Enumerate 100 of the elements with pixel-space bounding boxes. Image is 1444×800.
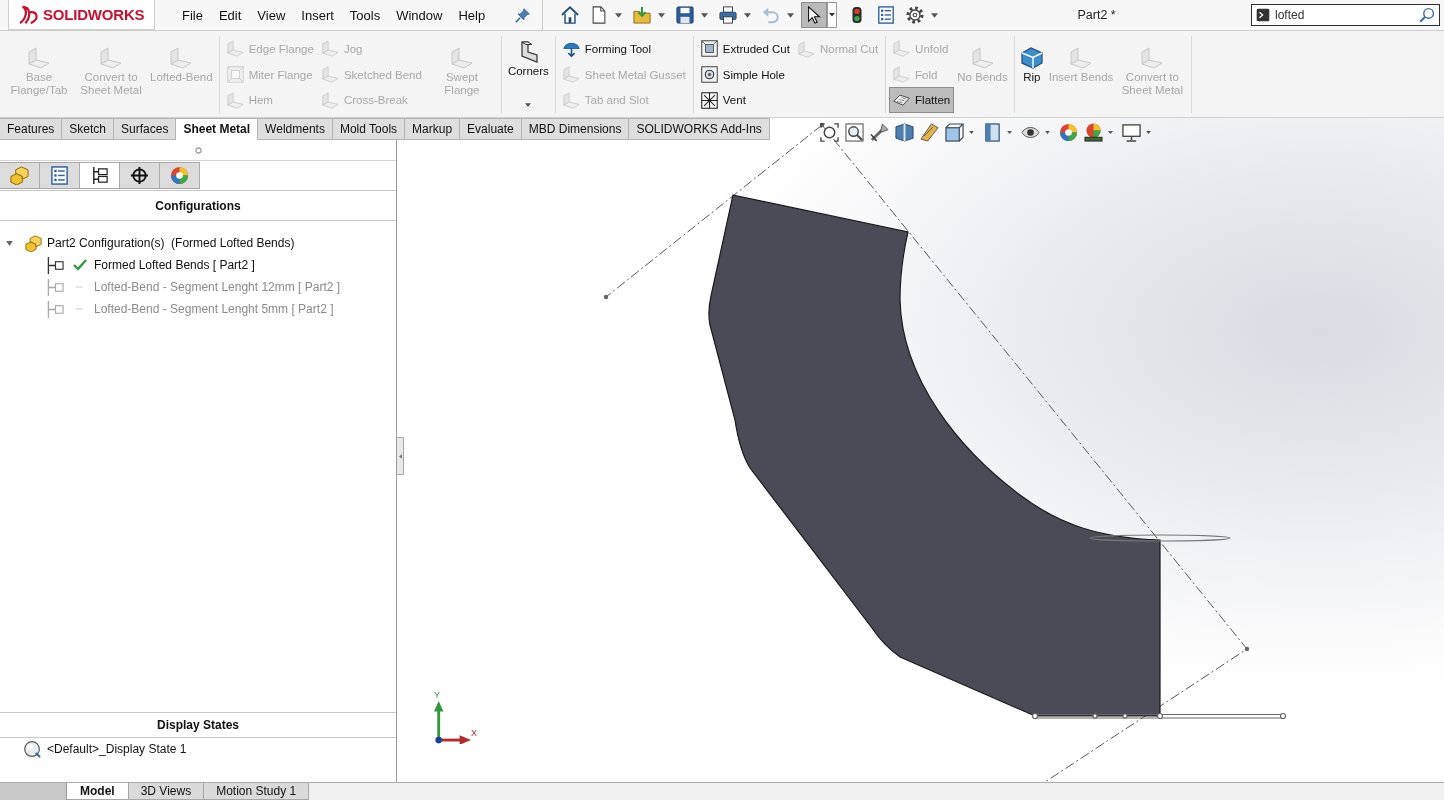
command-tab[interactable]: Features [0, 118, 63, 140]
configuration-icon [47, 256, 64, 274]
configuration-icon [47, 278, 64, 296]
panel-tab[interactable] [80, 162, 120, 189]
scene-ball-icon[interactable] [1084, 123, 1103, 142]
display-state-icon [24, 740, 41, 758]
logo-icon [18, 4, 40, 25]
bent-plate-icon [226, 91, 244, 109]
command-tab[interactable]: Markup [405, 118, 461, 140]
corner-point [603, 294, 609, 300]
caret-icon[interactable] [658, 12, 666, 18]
caret-icon[interactable] [827, 2, 838, 28]
blocks-icon [10, 166, 29, 185]
bent-plate-icon [226, 40, 244, 58]
command-tab[interactable]: Weldments [258, 118, 333, 140]
section-header: Configurations [0, 190, 396, 221]
command-tab[interactable]: Mold Tools [332, 118, 406, 140]
window-title: Part2 * [1076, 8, 1117, 22]
cut-block-icon [700, 40, 718, 58]
tool-button[interactable]: Simple Hole [696, 61, 794, 88]
caret-icon[interactable] [701, 12, 709, 18]
drag-handle-icon[interactable] [194, 146, 202, 154]
bent-plate-icon [321, 66, 339, 83]
panel-tab[interactable] [120, 162, 160, 189]
bent-plate-icon [1141, 47, 1164, 69]
caret-icon[interactable] [1045, 131, 1050, 134]
bottom-tab[interactable]: 3D Views [128, 783, 205, 800]
shaded-box-icon[interactable] [983, 123, 1002, 142]
axis-label: X [471, 728, 477, 738]
command-tab[interactable]: Sheet Metal [176, 118, 259, 140]
tree-item[interactable]: Formed Lofted Bends [ Part2 ] [94, 258, 255, 272]
arrow-left-icon [398, 453, 402, 459]
command-tab[interactable]: MBD Dimensions [521, 118, 630, 140]
tool-button[interactable]: Extruded Cut [696, 36, 794, 62]
menu-item[interactable]: Insert [293, 0, 342, 30]
settings-icon [906, 6, 925, 24]
monitor-icon[interactable] [1122, 123, 1141, 142]
pen-arrow-icon[interactable] [870, 123, 889, 142]
search-icon[interactable] [1419, 7, 1435, 23]
command-tab[interactable]: Surfaces [114, 118, 177, 140]
command-tab[interactable]: Evaluate [460, 118, 522, 140]
zoom-fit-icon[interactable] [820, 123, 839, 142]
bent-plate-icon [170, 47, 193, 69]
caret-icon[interactable] [615, 12, 623, 18]
bent-plate-icon [321, 40, 339, 58]
color-ball-icon[interactable] [1059, 123, 1078, 142]
corner-point [819, 122, 825, 128]
menu-item[interactable]: Window [388, 0, 451, 30]
bottom-tab[interactable]: Motion Study 1 [204, 783, 310, 800]
ruler-icon[interactable] [920, 123, 939, 142]
corner-point [1244, 646, 1250, 652]
bent-plate-icon [893, 66, 911, 83]
toolbar-button[interactable] [801, 2, 828, 28]
axis-label: Y [434, 690, 440, 700]
pin-icon[interactable] [515, 7, 531, 23]
command-prompt-icon[interactable] [1256, 8, 1270, 22]
dome-arrow-icon [562, 40, 580, 58]
tree-item[interactable]: <Default>_Display State 1 [47, 742, 187, 756]
menu-item[interactable]: View [249, 0, 294, 30]
blocks-icon [25, 234, 42, 252]
caret-icon[interactable] [1108, 131, 1113, 134]
list-icon [50, 166, 69, 185]
tool-button[interactable]: Forming Tool [558, 36, 690, 62]
color-ball-icon [170, 166, 189, 185]
logo-text: SOLIDWORKS [43, 6, 145, 23]
expand-arrow-icon[interactable] [6, 240, 13, 246]
command-tab[interactable]: SOLIDWORKS Add-Ins [629, 118, 770, 140]
caret-icon[interactable] [1146, 131, 1151, 134]
bent-plate-icon [1070, 47, 1093, 69]
search-input[interactable]: lofted [1275, 7, 1414, 23]
list-icon [877, 6, 896, 24]
menu-item[interactable]: Tools [341, 0, 389, 30]
tool-button[interactable]: Rip [1017, 36, 1046, 114]
save-icon [676, 6, 695, 24]
bent-plate-icon [450, 47, 473, 69]
caret-icon[interactable] [1007, 131, 1012, 134]
menu-item[interactable]: File [174, 0, 211, 30]
hole-icon [700, 66, 718, 83]
section-header: Display States [0, 713, 396, 738]
bottom-tab[interactable]: Model [67, 783, 129, 800]
caret-icon[interactable] [931, 12, 939, 18]
caret-icon[interactable] [969, 131, 974, 134]
menu-item[interactable]: Help [450, 0, 494, 30]
tree-item[interactable]: Part2 Configuration(s) (Formed Lofted Bends) [47, 236, 295, 250]
vent-grid-icon [700, 91, 718, 109]
split-box-icon[interactable] [895, 123, 914, 142]
search-field[interactable]: lofted [1251, 4, 1440, 26]
tool-button[interactable]: Corners [504, 36, 552, 114]
zoom-area-icon[interactable] [845, 123, 864, 142]
cube-icon[interactable] [945, 123, 964, 142]
undo-icon [762, 6, 781, 24]
menu-item[interactable]: Edit [210, 0, 250, 30]
caret-icon[interactable] [744, 12, 752, 18]
caret-icon [525, 103, 532, 107]
collapse-handle[interactable] [397, 437, 404, 475]
configuration-icon [47, 300, 64, 318]
tool-button[interactable]: Flatten [889, 87, 955, 113]
command-tab[interactable]: Sketch [62, 118, 115, 140]
tool-button[interactable]: Vent [696, 87, 794, 113]
bent-plate-icon [100, 47, 122, 69]
